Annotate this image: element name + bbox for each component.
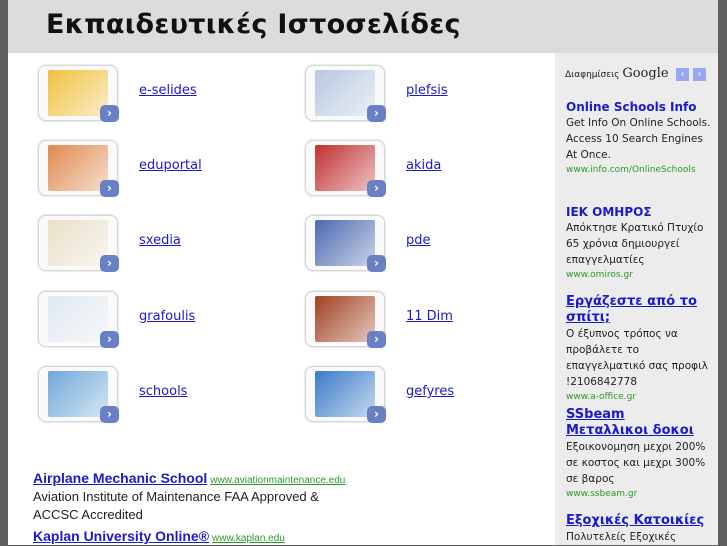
chevron-right-icon[interactable]: › [100,105,119,122]
chevron-right-icon[interactable]: › [100,180,119,197]
sidebar-ad-url[interactable]: www.omiros.gr [566,268,711,282]
site-tile: › gefyres [305,366,565,426]
site-link[interactable]: plefsis [406,83,448,98]
sidebar-ad-title[interactable]: ΙΕΚ ΟΜΗΡΟΣ [566,204,711,220]
prev-arrow-icon[interactable]: ‹ [676,68,689,81]
site-tile: › plefsis [305,65,565,125]
chevron-right-icon[interactable]: › [367,180,386,197]
sidebar-ad-url[interactable]: www.a-office.gr [566,390,711,404]
thumbnail-image [315,145,375,191]
next-arrow-icon[interactable]: › [693,68,706,81]
site-link[interactable]: eduportal [139,158,202,173]
chevron-right-icon[interactable]: › [367,331,386,348]
sidebar-ad-description: Πολυτελείς Εξοχικές [566,531,677,543]
sidebar-ad-title[interactable]: Εργάζεστε από το σπίτι; [566,294,711,326]
thumbnail-image [315,70,375,116]
site-link[interactable]: grafoulis [139,309,195,324]
sidebar-ad-description: Ο έξυπνος τρόπος να προβάλετε το επαγγελ… [566,328,708,388]
thumbnail-image [48,70,108,116]
ad-title-link[interactable]: Kaplan University Online® [33,528,209,544]
site-link[interactable]: pde [406,233,431,248]
site-tile: › pde [305,215,565,275]
thumbnail-image [48,371,108,417]
thumbnail-image [315,220,375,266]
site-link[interactable]: e-selides [139,83,197,98]
sidebar-ad-url[interactable]: www.ssbeam.gr [566,487,711,501]
site-link[interactable]: schools [139,384,187,399]
site-link[interactable]: 11 Dim [406,309,453,324]
thumbnail-image [48,296,108,342]
chevron-right-icon[interactable]: › [100,331,119,348]
sidebar-ad-description: Απόκτησε Κρατικό Πτυχίο 65 χρόνια δημιου… [566,222,704,266]
sidebar-ad-title[interactable]: Online Schools Info [566,99,711,115]
page: Εκπαιδευτικές Ιστοσελίδες › e-selides › ple… [8,0,718,545]
thumbnail-image [48,220,108,266]
site-tile: › akida [305,140,565,200]
sidebar-ad-url[interactable]: www.info.com/OnlineSchools [566,163,711,177]
thumbnail-image [315,371,375,417]
sidebar-ad: ΙΕΚ ΟΜΗΡΟΣ Απόκτησε Κρατικό Πτυχίο 65 χρό… [566,204,711,282]
thumbnail-image [315,296,375,342]
google-logo: Google [622,66,669,81]
site-link[interactable]: akida [406,158,441,173]
chevron-right-icon[interactable]: › [367,406,386,423]
sidebar-ad-description: Εξοικονομηση μεχρι 200% σε κοστος και με… [566,441,706,485]
sidebar-ad: Εργάζεστε από το σπίτι; Ο έξυπνος τρόπος … [566,294,711,404]
ads-by-google-label: Διαφημίσεις Google [565,66,669,81]
chevron-right-icon[interactable]: › [100,255,119,272]
sidebar-ad: SSbeam Μεταλλικοι δοκοι Εξοικονομηση μεχρ… [566,407,711,501]
site-tile: › grafoulis [38,291,298,351]
google-ads-sidebar: Διαφημίσεις Google ‹ › Online Schools In… [555,53,718,545]
site-tile: › schools [38,366,298,426]
site-link[interactable]: sxedia [139,233,181,248]
ad-description: Aviation Institute of Maintenance FAA Ap… [33,489,319,522]
ad-title-link[interactable]: Airplane Mechanic School [33,470,207,486]
thumbnail-image [48,145,108,191]
sidebar-ad-description: Get Info On Online Schools. Access 10 Se… [566,117,711,161]
text-ads: Airplane Mechanic School www.aviationmain… [33,470,533,546]
header: Εκπαιδευτικές Ιστοσελίδες [8,0,718,53]
ad-url-link[interactable]: www.kaplan.edu [212,533,285,544]
sidebar-ad-title[interactable]: SSbeam Μεταλλικοι δοκοι [566,407,711,439]
page-title: Εκπαιδευτικές Ιστοσελίδες [46,9,461,40]
site-tile: › eduportal [38,140,298,200]
site-link[interactable]: gefyres [406,384,454,399]
site-tile: › sxedia [38,215,298,275]
chevron-right-icon[interactable]: › [367,105,386,122]
sidebar-ad: Εξοχικές Κατοικίες Πολυτελείς Εξοχικές [566,513,711,545]
site-tile: › e-selides [38,65,298,125]
sidebar-ad: Online Schools Info Get Info On Online Sc… [566,99,711,177]
chevron-right-icon[interactable]: › [100,406,119,423]
chevron-right-icon[interactable]: › [367,255,386,272]
ad-url-link[interactable]: www.aviationmaintenance.edu [210,475,345,486]
site-tile: › 11 Dim [305,291,565,351]
sidebar-ad-title[interactable]: Εξοχικές Κατοικίες [566,513,711,529]
